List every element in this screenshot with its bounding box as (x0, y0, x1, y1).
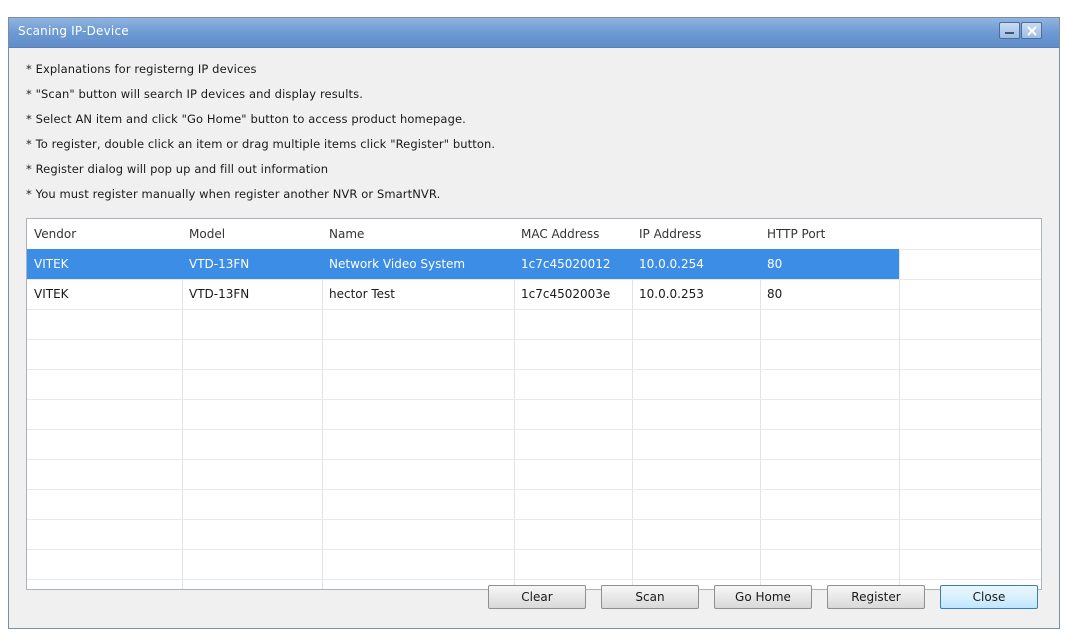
device-table[interactable]: Vendor Model Name MAC Address IP Address… (26, 218, 1042, 590)
table-header: Vendor Model Name MAC Address IP Address… (27, 219, 1041, 249)
explanation-line: * To register, double click an item or d… (26, 137, 496, 151)
close-button[interactable]: Close (940, 585, 1038, 609)
column-header-vendor[interactable]: Vendor (27, 219, 182, 249)
cell-name: hector Test (329, 287, 396, 301)
register-button[interactable]: Register (827, 585, 925, 609)
scan-button[interactable]: Scan (601, 585, 699, 609)
row-divider (27, 489, 1041, 490)
row-divider (27, 549, 1041, 550)
column-header-name[interactable]: Name (322, 219, 514, 249)
column-header-ip[interactable]: IP Address (632, 219, 760, 249)
row-divider (27, 399, 1041, 400)
column-header-http-port[interactable]: HTTP Port (760, 219, 899, 249)
table-row[interactable]: VITEK VTD-13FN hector Test 1c7c4502003e … (27, 279, 1041, 309)
explanation-line: * Register dialog will pop up and fill o… (26, 162, 329, 176)
row-divider (27, 429, 1041, 430)
row-divider (27, 459, 1041, 460)
window-close-button[interactable] (1021, 22, 1042, 39)
explanation-line: * "Scan" button will search IP devices a… (26, 87, 363, 101)
close-icon (1027, 26, 1037, 36)
column-header-mac[interactable]: MAC Address (514, 219, 632, 249)
cell-http-port: 80 (767, 287, 783, 301)
row-divider (27, 369, 1041, 370)
explanation-line: * Select AN item and click "Go Home" but… (26, 112, 466, 126)
cell-http-port: 80 (767, 257, 783, 271)
cell-ip: 10.0.0.254 (639, 257, 704, 271)
row-divider (27, 579, 1041, 580)
cell-vendor: VITEK (34, 287, 69, 301)
table-row[interactable]: VITEK VTD-13FN Network Video System 1c7c… (27, 249, 1041, 279)
scan-ip-device-dialog: Scaning IP-Device * Explanations for reg… (8, 17, 1060, 629)
cell-ip: 10.0.0.253 (639, 287, 704, 301)
cell-model: VTD-13FN (189, 287, 250, 301)
cell-model: VTD-13FN (189, 257, 250, 271)
row-divider (27, 519, 1041, 520)
title-bar[interactable]: Scaning IP-Device (9, 18, 1059, 48)
clear-button[interactable]: Clear (488, 585, 586, 609)
row-divider (27, 339, 1041, 340)
column-header-model[interactable]: Model (182, 219, 322, 249)
row-divider (27, 309, 1041, 310)
explanation-line: * Explanations for registerng IP devices (26, 62, 257, 76)
cell-mac: 1c7c4502003e (521, 287, 611, 301)
window-title: Scaning IP-Device (18, 24, 129, 38)
cell-name: Network Video System (329, 257, 466, 271)
explanation-line: * You must register manually when regist… (26, 187, 441, 201)
cell-mac: 1c7c45020012 (521, 257, 611, 271)
minimize-button[interactable] (999, 22, 1020, 39)
cell-vendor: VITEK (34, 257, 69, 271)
go-home-button[interactable]: Go Home (714, 585, 812, 609)
